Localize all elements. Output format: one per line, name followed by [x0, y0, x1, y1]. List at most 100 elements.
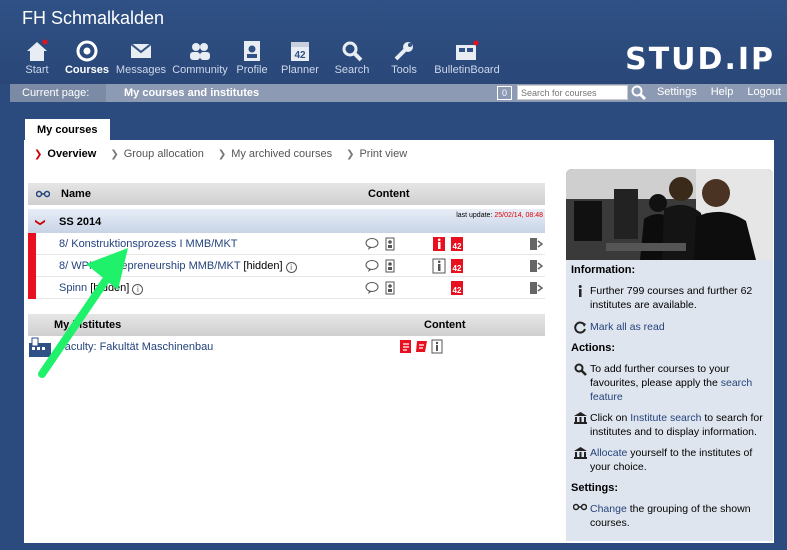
mark-all-read-link[interactable]: Mark all as read	[590, 320, 770, 334]
settings-item: Change the grouping of the shown courses…	[570, 502, 770, 530]
nav-start[interactable]: Start	[14, 38, 60, 80]
nav-bulletinboard[interactable]: BulletinBoard	[432, 38, 502, 80]
header: FH Schmalkalden Start Courses Messages C…	[0, 0, 787, 84]
info-icon	[570, 284, 590, 312]
info-icon[interactable]	[431, 339, 443, 357]
new-content-icons: 42	[432, 236, 466, 252]
nav-label: BulletinBoard	[434, 64, 500, 76]
chevron-right-icon: ❯	[346, 148, 355, 160]
logout-link[interactable]: Logout	[747, 86, 781, 98]
logout-course-icon[interactable]	[529, 281, 544, 298]
actions-heading: Actions:	[571, 342, 615, 354]
content-icons	[365, 280, 399, 296]
semester-label: SS 2014	[59, 216, 102, 228]
action-institute-search: Click on Institute search to search for …	[570, 411, 770, 439]
settings-heading: Settings:	[571, 482, 619, 494]
semester-group[interactable]: ❯ SS 2014 last update: 25/02/14, 08:48	[28, 209, 545, 233]
calendar-day: 42	[453, 242, 462, 251]
info-new-icon[interactable]	[432, 236, 448, 252]
search-button[interactable]	[630, 84, 648, 102]
subnav-group-allocation[interactable]: ❯ Group allocation	[110, 148, 204, 160]
people-icon	[187, 38, 213, 64]
nav-planner[interactable]: 42 Planner	[276, 38, 324, 80]
sub-navigation: ❯ Overview ❯ Group allocation ❯ My archi…	[34, 148, 407, 160]
chevron-down-icon[interactable]: ❯	[35, 218, 46, 226]
home-icon	[24, 38, 50, 64]
subnav-print-view[interactable]: ❯ Print view	[346, 148, 407, 160]
nav-messages[interactable]: Messages	[114, 38, 168, 80]
info-icon[interactable]	[432, 258, 448, 274]
search-icon	[631, 85, 647, 101]
courses-table-header: Name Content	[28, 183, 545, 205]
refresh-icon	[570, 320, 590, 334]
studip-logo[interactable]: STUD.IP	[625, 42, 775, 77]
column-content: Content	[368, 188, 410, 200]
news-new-icon[interactable]	[399, 339, 413, 357]
forum-icon[interactable]	[365, 236, 381, 252]
mark-read-item: Mark all as read	[570, 320, 770, 334]
subnav-archived-courses[interactable]: ❯ My archived courses	[218, 148, 332, 160]
participants-icon[interactable]	[382, 236, 398, 252]
tab-my-courses[interactable]: My courses	[25, 119, 110, 141]
info-text: Further 799 courses and further 62 insti…	[590, 285, 753, 311]
help-link[interactable]: Help	[711, 86, 734, 98]
nav-tools[interactable]: Tools	[380, 38, 428, 80]
action-text: Click on	[590, 412, 631, 424]
profile-icon	[239, 38, 265, 64]
subnav-label: Print view	[359, 148, 408, 160]
calendar-new-icon[interactable]: 42	[450, 258, 466, 274]
participants-icon[interactable]	[382, 258, 398, 274]
column-name[interactable]: Name	[61, 188, 91, 200]
last-update-label: last update:	[456, 212, 493, 219]
calendar-day: 42	[453, 286, 462, 295]
change-grouping-link[interactable]: Change	[590, 503, 627, 515]
action-allocate-text: Allocate yourself to the institutes of y…	[590, 446, 770, 474]
chevron-down-icon: ❯	[34, 148, 43, 160]
current-page-label: Current page:	[10, 84, 106, 102]
hidden-flag: [hidden]	[243, 260, 283, 272]
calendar-new-icon[interactable]: 42	[450, 236, 466, 252]
allocate-link[interactable]: Allocate	[590, 447, 627, 459]
content-icons	[365, 258, 399, 274]
nav-label: Start	[25, 64, 49, 76]
subnav-label: My archived courses	[231, 148, 333, 160]
new-content-icons: 42	[432, 280, 466, 296]
logout-course-icon[interactable]	[529, 259, 544, 276]
action-search-text: To add further courses to your favourite…	[590, 362, 770, 404]
calendar-day: 42	[453, 264, 462, 273]
logout-course-icon[interactable]	[529, 237, 544, 254]
course-search-input[interactable]	[517, 85, 628, 100]
forum-icon[interactable]	[365, 258, 381, 274]
forum-icon[interactable]	[365, 280, 381, 296]
last-update: last update: 25/02/14, 08:48	[456, 212, 543, 219]
information-heading: Information:	[571, 264, 636, 276]
subnav-label: Group allocation	[123, 148, 204, 160]
sidebar: Information: Further 799 courses and fur…	[566, 169, 773, 541]
calendar-new-icon[interactable]: 42	[450, 280, 466, 296]
institute-search-link[interactable]: Institute search	[630, 412, 701, 424]
info-circle-icon[interactable]: i	[285, 262, 297, 273]
info-item: Further 799 courses and further 62 insti…	[570, 284, 770, 312]
nav-search[interactable]: Search	[328, 38, 376, 80]
settings-link[interactable]: Settings	[657, 86, 697, 98]
nav-label: Search	[334, 64, 370, 76]
nav-label: Tools	[391, 64, 417, 76]
action-allocate: Allocate yourself to the institutes of y…	[570, 446, 770, 474]
notification-counter[interactable]: 0	[497, 86, 512, 100]
main-nav: Start Courses Messages Community Profile	[14, 38, 506, 80]
current-page-value: My courses and institutes	[124, 87, 260, 99]
subnav-overview[interactable]: ❯ Overview	[34, 148, 96, 160]
participants-icon[interactable]	[382, 280, 398, 296]
board-icon	[454, 38, 480, 64]
glasses-icon[interactable]	[35, 189, 51, 201]
annotation-arrow	[38, 248, 128, 378]
nav-label: Messages	[115, 64, 167, 76]
settings-text: Change the grouping of the shown courses…	[590, 502, 770, 530]
nav-community[interactable]: Community	[172, 38, 228, 80]
last-update-date: 25/02/14, 08:48	[494, 212, 543, 219]
nav-courses[interactable]: Courses	[64, 38, 110, 80]
wiki-new-icon[interactable]	[415, 339, 429, 357]
wrench-icon	[391, 38, 417, 64]
calendar-day: 42	[294, 50, 306, 61]
nav-profile[interactable]: Profile	[232, 38, 272, 80]
